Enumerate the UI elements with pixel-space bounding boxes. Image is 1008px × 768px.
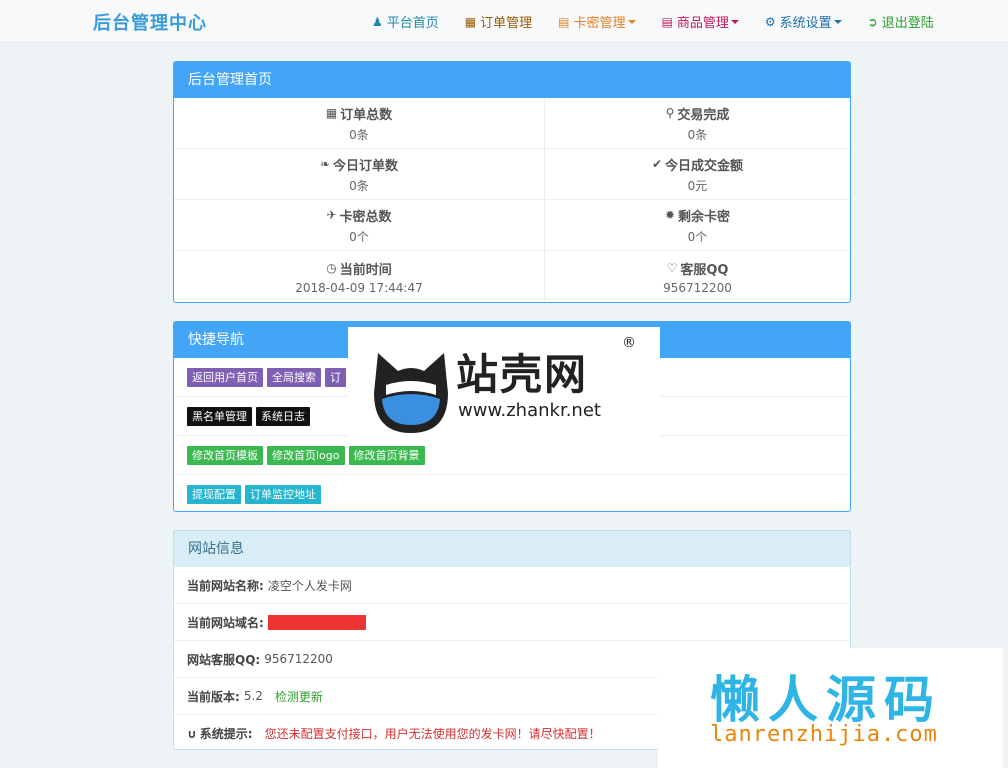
site-name-value: 凌空个人发卡网 <box>267 578 352 593</box>
watermark-zhankr-text: 站壳网 <box>456 350 589 399</box>
version-label: 当前版本: <box>187 689 240 704</box>
cart-icon: ⚲ <box>665 106 675 120</box>
nav-cards-label: 卡密管理 <box>573 16 626 31</box>
dashboard-title: 后台管理首页 <box>174 62 850 98</box>
stat-today-amount: ✔ 今日成交金额 0元 <box>545 149 850 200</box>
nav-settings[interactable]: ⚙ 系统设置 <box>765 12 842 31</box>
stat-completed: ⚲ 交易完成 0条 <box>545 98 850 149</box>
withdraw-config-button[interactable]: 提现配置 <box>187 485 241 504</box>
system-tip-text: 您还未配置支付接口，用户无法使用您的发卡网！请尽快配置！ <box>264 727 601 741</box>
nav-settings-label: 系统设置 <box>779 16 832 31</box>
chevron-down-icon <box>730 19 739 24</box>
site-qq-value: 956712200 <box>264 652 333 666</box>
edit-template-button[interactable]: 修改首页模板 <box>187 445 263 465</box>
stat-service-qq: ♡ 客服QQ 956712200 <box>545 251 850 302</box>
list-icon: ▤ <box>558 14 570 29</box>
watermark-zhankr-url: www.zhankr.net <box>458 400 601 421</box>
main-nav: ♟ 平台首页 ▦ 订单管理 ▤ 卡密管理 ▤ 商品管理 ⚙ 系统设置 ➲ 退出登… <box>372 0 960 43</box>
registered-mark: ® <box>622 335 636 351</box>
brand-title[interactable]: 后台管理中心 <box>93 9 207 35</box>
site-domain-row: 当前网站域名: <box>174 604 850 641</box>
edit-logo-button[interactable]: 修改首页logo <box>267 445 345 465</box>
stat-remaining-cards: ✹ 剩余卡密 0个 <box>545 200 850 251</box>
stat-value: 0个 <box>687 229 708 244</box>
site-qq-label: 网站客服QQ: <box>187 652 261 667</box>
back-to-user-home-button[interactable]: 返回用户首页 <box>187 367 263 387</box>
watermark-lanren: 懒人源码 lanrenzhijia.com <box>658 648 1003 768</box>
logout-icon: ➲ <box>867 14 878 29</box>
watermark-lanren-url: lanrenzhijia.com <box>710 722 938 747</box>
blacklist-button[interactable]: 黑名单管理 <box>187 406 252 426</box>
order-monitor-button[interactable]: 订单监控地址 <box>245 485 321 504</box>
nav-logout[interactable]: ➲ 退出登陆 <box>867 12 934 32</box>
stat-value: 0条 <box>687 127 708 142</box>
check-update-link[interactable]: 检测更新 <box>275 688 323 705</box>
system-log-button[interactable]: 系统日志 <box>256 406 310 426</box>
stat-label: 客服QQ <box>680 262 729 278</box>
stat-label: 卡密总数 <box>339 209 392 225</box>
quicknav-row: 提现配置 订单监控地址 <box>174 475 850 511</box>
chevron-down-icon <box>833 19 842 24</box>
cat-logo-icon <box>374 353 448 433</box>
stat-current-time: ◷ 当前时间 2018-04-09 17:44:47 <box>174 251 545 302</box>
nav-home-label: 平台首页 <box>386 16 439 31</box>
stat-value: 2018-04-09 17:44:47 <box>295 280 423 295</box>
calendar-icon: ▦ <box>464 14 477 29</box>
site-name-label: 当前网站名称: <box>187 578 264 593</box>
stat-today-orders: ❧ 今日订单数 0条 <box>174 149 545 200</box>
stat-total-cards: ✈ 卡密总数 0个 <box>174 200 545 251</box>
list-alt-icon: ▤ <box>661 14 673 29</box>
redacted-domain <box>267 614 366 630</box>
nav-products-label: 商品管理 <box>676 16 729 31</box>
system-tip-label: 系统提示: <box>199 727 253 741</box>
stat-value: 0个 <box>349 229 369 244</box>
site-name-row: 当前网站名称: 凌空个人发卡网 <box>174 567 850 604</box>
check-icon: ✔ <box>651 157 663 171</box>
grid-icon: ▦ <box>325 106 338 120</box>
edit-background-button[interactable]: 修改首页背景 <box>348 445 425 465</box>
site-domain-label: 当前网站域名: <box>187 615 264 630</box>
stat-value: 0条 <box>349 127 369 142</box>
gear-icon: ⚙ <box>764 14 776 29</box>
global-search-button[interactable]: 全局搜索 <box>267 367 321 387</box>
stat-label: 订单总数 <box>340 107 393 123</box>
version-value: 5.2 <box>243 689 263 703</box>
stat-label: 今日成交金额 <box>665 158 744 174</box>
quicknav-row: 修改首页模板 修改首页logo 修改首页背景 <box>174 436 850 475</box>
leaf-icon: ❧ <box>319 157 331 171</box>
clock-icon: ◷ <box>326 261 337 275</box>
stat-value: 0元 <box>687 178 708 193</box>
user-icon: ♟ <box>372 14 383 29</box>
stat-label: 交易完成 <box>677 107 730 123</box>
siteinfo-title: 网站信息 <box>174 531 850 567</box>
nav-orders[interactable]: ▦ 订单管理 <box>464 12 533 32</box>
nav-logout-label: 退出登陆 <box>881 16 934 31</box>
stat-label: 当前时间 <box>339 262 392 278</box>
stat-label: 剩余卡密 <box>678 209 731 225</box>
heart-icon: ♡ <box>666 261 678 275</box>
orders-button[interactable]: 订 <box>325 367 346 387</box>
magnet-icon: ∪ <box>187 726 197 741</box>
nav-cards[interactable]: ▤ 卡密管理 <box>558 12 636 31</box>
nav-orders-label: 订单管理 <box>480 16 533 31</box>
stat-label: 今日订单数 <box>333 158 399 174</box>
stat-value: 956712200 <box>663 280 732 295</box>
top-navbar: 后台管理中心 ♟ 平台首页 ▦ 订单管理 ▤ 卡密管理 ▤ 商品管理 ⚙ 系统设… <box>0 0 1008 43</box>
stat-value: 0条 <box>349 178 369 193</box>
nav-products[interactable]: ▤ 商品管理 <box>662 12 739 31</box>
stats-grid: ▦ 订单总数 0条 ⚲ 交易完成 0条 ❧ 今日订单数 0条 ✔ 今日成交金额 0元 ✈… <box>174 98 850 302</box>
chevron-down-icon <box>627 19 636 24</box>
certificate-icon: ✹ <box>664 208 676 222</box>
plane-icon: ✈ <box>326 208 337 222</box>
stat-total-orders: ▦ 订单总数 0条 <box>174 98 545 149</box>
nav-home[interactable]: ♟ 平台首页 <box>372 12 439 32</box>
dashboard-panel: 后台管理首页 ▦ 订单总数 0条 ⚲ 交易完成 0条 ❧ 今日订单数 0条 ✔ 今日成交… <box>173 61 851 303</box>
watermark-zhankr: 站壳网 ® www.zhankr.net <box>348 327 660 437</box>
